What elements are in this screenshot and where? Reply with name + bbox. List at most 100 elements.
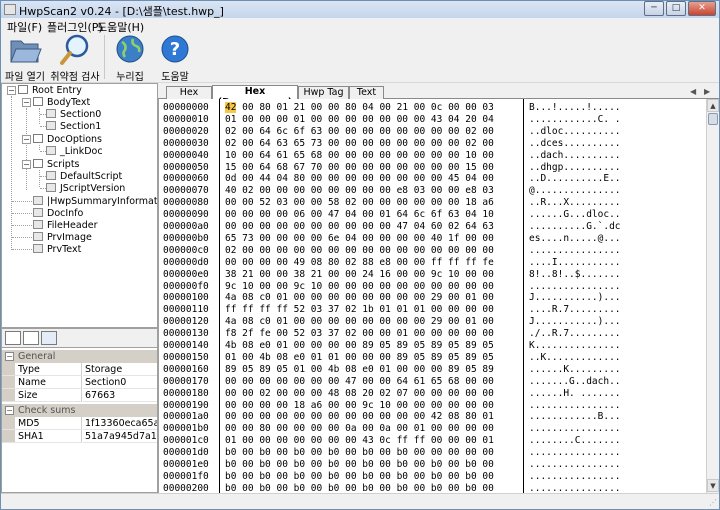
tab-hex-decompress[interactable]: Hex (Decompress) [212, 85, 298, 108]
svg-text:?: ? [170, 39, 180, 60]
hex-byte-values: 10 00 64 61 65 68 00 00 00 00 00 00 00 0… [225, 149, 494, 161]
property-row-size[interactable]: Size 67663 [2, 389, 157, 402]
hex-bytes[interactable]: b0 00 b0 00 b0 00 b0 00 b0 00 b0 00 b0 0… [225, 482, 521, 493]
tree-item-label: Scripts [47, 159, 80, 170]
tab-hex[interactable]: Hex [166, 86, 212, 99]
toolbar: 파일 열기 취약점 검사 누리집 ? 도움말 [1, 33, 719, 83]
hex-byte-values: 9c 10 00 00 9c 10 00 00 00 00 00 00 00 0… [225, 280, 494, 292]
property-group-label: Check sums [18, 405, 76, 416]
property-name: Name [2, 376, 82, 389]
property-group-general[interactable]: − General [2, 350, 157, 363]
vulnerability-scan-button[interactable]: 취약점 검사 [49, 33, 101, 83]
hex-offset: 00000200 [163, 482, 209, 493]
open-file-button[interactable]: 파일 열기 [3, 33, 47, 83]
hex-byte-values: 15 00 64 68 67 70 00 00 00 00 00 00 00 0… [225, 161, 494, 173]
expand-toggle-docoptions[interactable]: − [22, 135, 31, 144]
scroll-down-arrow-icon[interactable]: ▼ [707, 479, 719, 492]
property-grid: − General Type Storage Name Section0 Size 67… [1, 347, 158, 493]
hex-byte-values: b0 00 b0 00 b0 00 b0 00 b0 00 b0 00 00 0… [225, 447, 494, 459]
stream-icon [33, 220, 43, 229]
hex-view[interactable]: 00000000 42 00 80 01 21 00 00 80 04 00 21… [158, 99, 706, 493]
tree-item-label: Root Entry [32, 85, 82, 96]
status-bar: ⋰ [1, 493, 719, 509]
stream-icon [33, 244, 43, 253]
selected-byte[interactable]: 42 [225, 102, 237, 113]
tree-item-section1[interactable]: Section1 [46, 120, 101, 133]
property-row-name[interactable]: Name Section0 [2, 376, 157, 389]
property-name: Size [2, 389, 82, 402]
app-icon [4, 4, 16, 15]
hex-byte-values: 02 00 64 63 65 73 00 00 00 00 00 00 00 0… [225, 137, 494, 149]
expand-toggle-root[interactable]: − [7, 86, 16, 95]
hex-byte-values: 4a 08 c0 01 00 00 00 00 00 00 00 00 29 0… [225, 292, 494, 304]
tree-item-prvtext[interactable]: PrvText [33, 243, 81, 256]
collapse-toggle[interactable]: − [5, 352, 14, 361]
vertical-scrollbar[interactable]: ▲ ▼ [706, 99, 719, 493]
property-row-sha1[interactable]: SHA151a7a945d7a1479c [2, 430, 157, 443]
resize-grip-icon[interactable]: ⋰ [709, 498, 717, 507]
tab-text[interactable]: Text [349, 86, 384, 99]
hex-byte-values: 4b 08 e0 01 00 00 00 00 89 05 89 05 89 0… [225, 340, 494, 351]
hex-ascii[interactable]: ................ [529, 482, 699, 493]
maximize-button[interactable]: □ [666, 1, 686, 16]
property-value: Storage [83, 363, 157, 376]
property-pages-button[interactable] [41, 331, 57, 345]
stream-icon [46, 146, 56, 155]
tree-item-label: BodyText [47, 97, 91, 108]
tab-hwp-tag[interactable]: Hwp Tag [298, 86, 349, 99]
toolbar-separator [104, 35, 105, 79]
hex-byte-values: b0 00 b0 00 b0 00 b0 00 b0 00 b0 00 b0 0… [225, 459, 494, 470]
property-row-type[interactable]: Type Storage [2, 363, 157, 376]
homepage-button[interactable]: 누리집 [109, 33, 151, 83]
tree-item-label: |HwpSummaryInformation [47, 196, 158, 207]
hex-row[interactable]: 00000200 b0 00 b0 00 b0 00 b0 00 b0 00 b0… [159, 482, 706, 493]
folder-icon [33, 134, 43, 143]
magnifier-icon [60, 34, 89, 65]
help-label: 도움말 [161, 72, 189, 83]
scroll-thumb[interactable] [708, 113, 718, 125]
property-group-checksums[interactable]: − Check sums [2, 404, 157, 417]
hex-byte-values: 89 05 89 05 01 00 4b 08 e0 01 00 00 00 8… [225, 363, 494, 375]
hex-byte-values: 00 00 00 00 00 00 00 47 00 00 64 61 65 6… [225, 375, 494, 387]
property-row-md5[interactable]: MD51f13360eca65ae62 [2, 417, 157, 430]
window-title: HwpScan2 v0.24 - [D:\샘플\test.hwp_] [19, 5, 224, 18]
categorized-view-button[interactable] [5, 331, 21, 345]
hex-byte-values: 00 00 00 00 49 08 80 02 88 e8 00 00 ff f… [225, 256, 494, 268]
stream-icon [46, 183, 56, 192]
hex-byte-values: 01 00 00 00 00 00 00 00 43 0c ff ff 00 0… [225, 435, 494, 447]
tree-item-label: DocInfo [47, 208, 84, 219]
property-value: 67663 [83, 389, 157, 402]
menu-bar: 파일(F) 플러그인(P) 도움말(H) [1, 18, 719, 34]
minimize-button[interactable]: ─ [644, 1, 664, 16]
expand-toggle-scripts[interactable]: − [22, 160, 31, 169]
app-window: HwpScan2 v0.24 - [D:\샘플\test.hwp_] ─ □ ✕… [0, 0, 720, 510]
collapse-toggle[interactable]: − [5, 406, 14, 415]
scroll-up-arrow-icon[interactable]: ▲ [707, 99, 719, 112]
stream-icon [46, 121, 56, 130]
property-toolbar [1, 328, 158, 347]
hex-byte-values: 00 00 52 03 00 00 58 02 00 00 00 00 00 0… [225, 197, 494, 209]
property-name: SHA1 [2, 430, 82, 443]
hex-byte-values: 00 80 01 21 00 00 80 04 00 21 00 0c 00 0… [236, 102, 494, 113]
hex-byte-values: 00 00 80 00 00 00 00 0a 00 0a 00 01 00 0… [225, 423, 494, 435]
hex-byte-values: 00 00 00 00 18 a6 00 00 9c 10 00 00 00 0… [225, 399, 494, 411]
tree-item-linkdoc[interactable]: _LinkDoc [46, 145, 103, 158]
hex-byte-values: b0 00 b0 00 b0 00 b0 00 b0 00 b0 00 b0 0… [225, 470, 494, 482]
tab-scroll-right-icon[interactable]: ▶ [704, 87, 710, 96]
stream-icon [46, 171, 56, 180]
hex-byte-values: 00 00 00 00 00 00 00 00 00 00 00 00 42 0… [225, 411, 494, 423]
help-button[interactable]: ? 도움말 [154, 33, 196, 83]
help-icon: ? [161, 35, 189, 63]
alphabetical-view-button[interactable] [23, 331, 39, 345]
tree-item-jscriptversion[interactable]: JScriptVersion [46, 182, 125, 195]
folder-open-icon [10, 40, 42, 63]
property-value: Section0 [83, 376, 157, 389]
hex-byte-values: 38 21 00 00 38 21 00 00 24 16 00 00 9c 1… [225, 268, 494, 280]
close-button[interactable]: ✕ [688, 1, 716, 16]
tree-item-label: Section0 [60, 109, 102, 120]
tree-item-label: PrvText [47, 244, 82, 255]
tab-scroll-left-icon[interactable]: ◀ [690, 87, 696, 96]
expand-toggle-bodytext[interactable]: − [22, 98, 31, 107]
stream-icon [33, 232, 43, 241]
hex-byte-values: 02 00 64 6c 6f 63 00 00 00 00 00 00 00 0… [225, 125, 494, 137]
